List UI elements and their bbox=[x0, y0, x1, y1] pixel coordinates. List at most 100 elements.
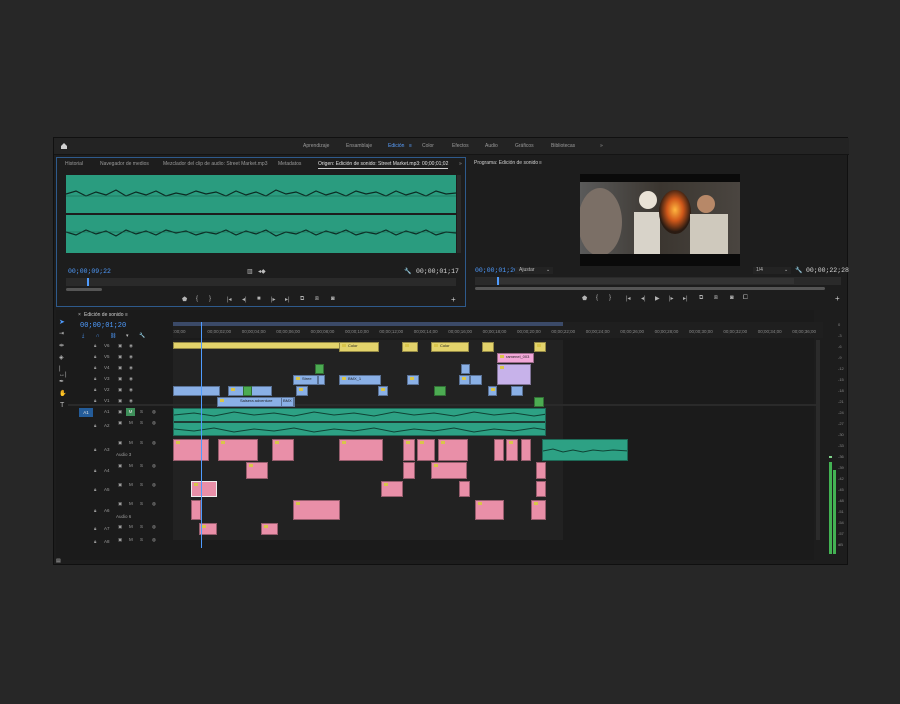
program-menu-icon[interactable]: ≡ bbox=[539, 160, 542, 166]
clip-a7-2[interactable] bbox=[261, 523, 278, 535]
clip-v3-e[interactable] bbox=[470, 375, 482, 385]
workspace-graficos[interactable]: Gráficos bbox=[515, 143, 534, 149]
eye-icon[interactable]: ◉ bbox=[129, 376, 133, 382]
sync-icon[interactable]: ▣ bbox=[118, 537, 122, 543]
clip-a4-3[interactable] bbox=[431, 462, 467, 479]
clip-color-3[interactable] bbox=[482, 342, 494, 352]
clip-a5-1[interactable] bbox=[191, 481, 217, 497]
workspace-menu-icon[interactable]: ≡ bbox=[409, 143, 412, 149]
lock-icon[interactable]: 🔒︎ bbox=[94, 398, 96, 403]
tab-origen[interactable]: Origen: Edición de sonido: Street Market… bbox=[318, 161, 449, 169]
compare-icon[interactable]: ⧠ bbox=[743, 295, 748, 302]
panel-overflow-icon[interactable]: » bbox=[459, 161, 462, 167]
clip-a3-4[interactable] bbox=[339, 439, 383, 461]
step-back-icon[interactable]: ◂| bbox=[641, 295, 646, 302]
program-timecode[interactable]: 00;00;01;20 bbox=[475, 267, 518, 274]
clip-a3-7[interactable] bbox=[438, 439, 468, 461]
marker-icon[interactable]: ⬟ bbox=[582, 295, 587, 302]
sync-icon[interactable]: ▣ bbox=[118, 376, 122, 382]
solo-toggle[interactable]: S bbox=[140, 482, 143, 487]
clip-a3-9[interactable] bbox=[506, 439, 518, 461]
extract-icon[interactable]: ⧈ bbox=[714, 295, 718, 302]
tab-metadatos[interactable]: Metadatos bbox=[278, 161, 301, 167]
sync-icon[interactable]: ▣ bbox=[118, 365, 122, 371]
eye-icon[interactable]: ◉ bbox=[129, 365, 133, 371]
settings-wrench-icon[interactable]: 🔧 bbox=[139, 333, 145, 339]
clip-v3-lav[interactable] bbox=[497, 364, 531, 385]
clip-a6-2[interactable] bbox=[293, 500, 340, 520]
lock-icon[interactable]: 🔒︎ bbox=[94, 387, 96, 392]
program-video-frame[interactable] bbox=[578, 174, 740, 266]
clip-a5-2[interactable] bbox=[381, 481, 403, 497]
program-fit-dropdown[interactable]: Ajustar ⌄ bbox=[515, 267, 553, 274]
clip-ramenel[interactable]: ramenel_003 bbox=[497, 353, 534, 363]
source-wrench-icon[interactable]: 🔧 bbox=[404, 268, 411, 275]
mic-icon[interactable]: ◍ bbox=[152, 420, 156, 426]
clip-color-4[interactable] bbox=[534, 342, 546, 352]
play-icon[interactable]: ▶ bbox=[655, 295, 660, 302]
mic-icon[interactable]: ◍ bbox=[152, 409, 156, 415]
lock-icon[interactable]: 🔒︎ bbox=[94, 447, 96, 452]
clip-v2-green-2[interactable] bbox=[434, 386, 446, 396]
eye-icon[interactable]: ◉ bbox=[129, 343, 133, 349]
clip-a3-5[interactable] bbox=[403, 439, 415, 461]
sync-icon[interactable]: ▣ bbox=[118, 409, 122, 415]
timeline-timecode[interactable]: 00;00;01;20 bbox=[80, 322, 126, 330]
clip-stree[interactable]: Stree bbox=[293, 375, 318, 385]
work-area-bar[interactable] bbox=[173, 322, 563, 326]
go-to-in-icon[interactable]: |◂ bbox=[227, 296, 232, 303]
tab-mezclador[interactable]: Mezclador del clip de audio: Street Mark… bbox=[163, 161, 268, 167]
lock-icon[interactable]: 🔒︎ bbox=[94, 539, 96, 544]
mic-icon[interactable]: ◍ bbox=[152, 463, 156, 469]
mark-in-icon[interactable]: { bbox=[196, 296, 198, 302]
clip-a3-8[interactable] bbox=[494, 439, 504, 461]
solo-toggle[interactable]: S bbox=[140, 409, 143, 414]
go-to-out-icon[interactable]: ▸| bbox=[285, 296, 290, 303]
source-time-ruler[interactable] bbox=[66, 278, 456, 286]
more-workspaces-icon[interactable]: » bbox=[600, 143, 603, 149]
clip-v2-f[interactable] bbox=[511, 386, 523, 396]
mute-toggle[interactable]: M bbox=[129, 440, 133, 445]
workspace-efectos[interactable]: Efectos bbox=[452, 143, 469, 149]
clip-a3-10[interactable] bbox=[521, 439, 531, 461]
timeline-playhead[interactable] bbox=[201, 322, 202, 548]
program-time-ruler[interactable] bbox=[475, 277, 841, 285]
clip-a6-1[interactable] bbox=[191, 500, 201, 520]
clip-bmx-1[interactable]: BMX_1 bbox=[339, 375, 381, 385]
timeline-title[interactable]: Edición de sonido bbox=[84, 312, 123, 318]
clip-a3-tail-teal[interactable] bbox=[542, 439, 628, 461]
mute-toggle[interactable]: M bbox=[129, 482, 133, 487]
eye-icon[interactable]: ◉ bbox=[129, 398, 133, 404]
solo-toggle[interactable]: S bbox=[140, 420, 143, 425]
stop-icon[interactable]: ■ bbox=[257, 296, 261, 302]
mute-toggle[interactable]: M bbox=[129, 537, 133, 542]
source-vertical-scrollbar[interactable] bbox=[457, 175, 461, 253]
timeline-menu-icon[interactable]: ≡ bbox=[125, 312, 128, 318]
sync-icon[interactable]: ▣ bbox=[118, 501, 122, 507]
clip-v2-green[interactable] bbox=[243, 386, 252, 396]
sync-icon[interactable]: ▣ bbox=[118, 463, 122, 469]
clip-a5-4[interactable] bbox=[536, 481, 546, 497]
source-timecode-in[interactable]: 00;00;09;22 bbox=[68, 268, 111, 275]
sync-icon[interactable]: ▣ bbox=[118, 354, 122, 360]
clip-bmx[interactable]: BMX bbox=[281, 397, 294, 407]
clip-v3-d[interactable] bbox=[459, 375, 470, 385]
workspace-audio[interactable]: Audio bbox=[485, 143, 498, 149]
clip-a3-1[interactable] bbox=[173, 439, 209, 461]
lock-icon[interactable]: 🔒︎ bbox=[94, 365, 96, 370]
nest-icon[interactable]: ⤓ bbox=[82, 333, 84, 339]
source-settings-icon[interactable]: ▥ bbox=[247, 268, 253, 275]
solo-toggle[interactable]: S bbox=[140, 524, 143, 529]
clip-v2-c[interactable] bbox=[296, 386, 308, 396]
insert-icon[interactable]: ⧉ bbox=[300, 296, 304, 303]
track-select-tool-icon[interactable]: ⇥ bbox=[59, 330, 64, 337]
clip-v2-d[interactable] bbox=[378, 386, 388, 396]
solo-toggle[interactable]: S bbox=[140, 537, 143, 542]
clip-green-v4-a[interactable] bbox=[315, 364, 324, 374]
lock-icon[interactable]: 🔒︎ bbox=[94, 468, 96, 473]
lock-icon[interactable]: 🔒︎ bbox=[94, 423, 96, 428]
clip-v3-b[interactable] bbox=[318, 375, 325, 385]
sync-icon[interactable]: ▣ bbox=[118, 398, 122, 404]
tab-navegador[interactable]: Navegador de medios bbox=[100, 161, 149, 167]
clip-a4-2[interactable] bbox=[403, 462, 415, 479]
